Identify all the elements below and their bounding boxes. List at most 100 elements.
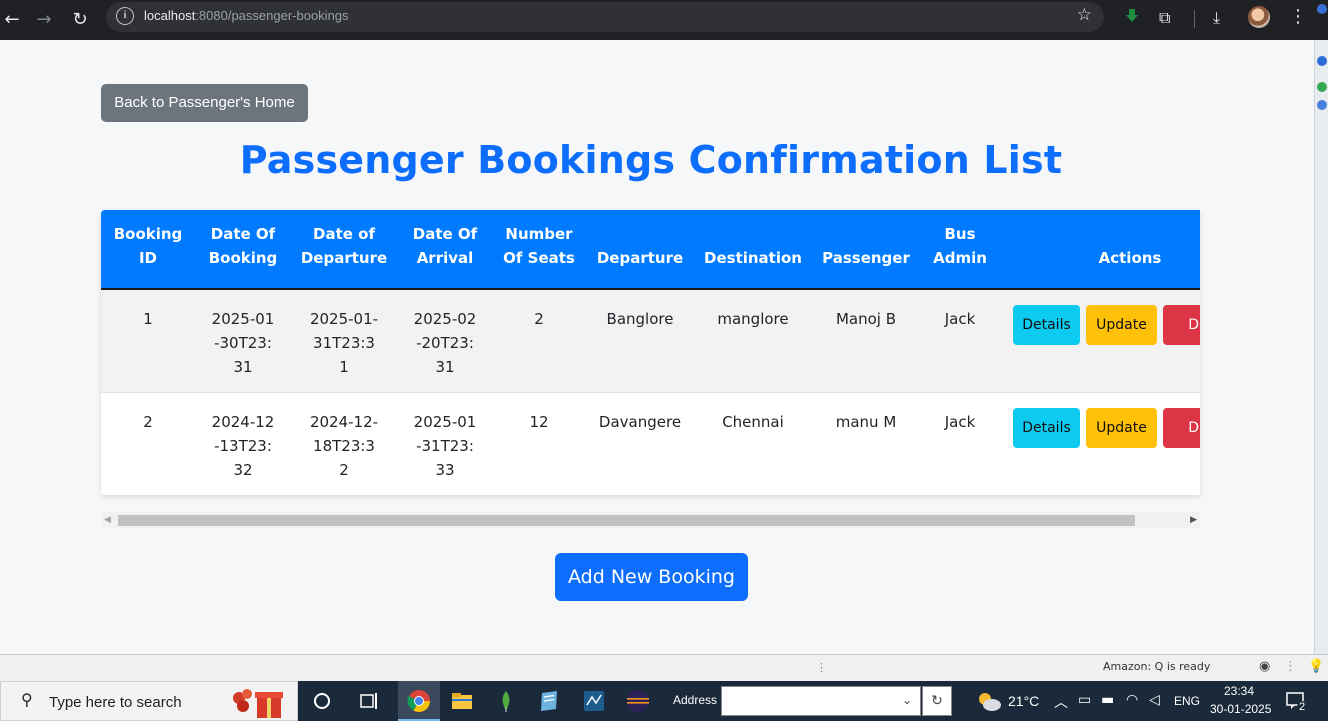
details-button[interactable]: Details <box>1013 407 1080 448</box>
site-info-icon[interactable]: i <box>116 7 134 25</box>
lightbulb-icon[interactable]: 💡 <box>1308 659 1324 674</box>
header-departure: Departure <box>585 210 695 290</box>
eclipse-icon[interactable] <box>626 689 650 713</box>
header-actions: Actions <box>999 210 1200 290</box>
table-row: 1 2025-01-30T23:31 2025-01-31T23:31 2025… <box>101 289 1200 392</box>
bookings-table-container: Booking ID Date Of Booking Date of Depar… <box>101 210 1200 495</box>
back-arrow-icon[interactable]: ← <box>0 8 24 32</box>
bookmark-star-icon[interactable]: ☆ <box>1077 5 1092 25</box>
cell-bus-admin: Jack <box>921 289 999 392</box>
status-grip-icon: ⋮ <box>1284 659 1297 674</box>
cell-actions: DetailsUpdateDe <box>999 289 1200 392</box>
side-app-icon[interactable] <box>1317 100 1327 110</box>
mysql-workbench-icon[interactable] <box>582 689 606 713</box>
cell-booking-id: 2 <box>101 391 195 495</box>
extensions-puzzle-icon[interactable]: ⧉ <box>1159 8 1170 28</box>
search-icon: ⚲ <box>21 690 33 709</box>
details-button[interactable]: Details <box>1013 305 1080 345</box>
cell-booking-id: 1 <box>101 289 195 392</box>
update-button[interactable]: Update <box>1086 407 1157 448</box>
weather-partly-cloudy-icon[interactable] <box>976 690 1002 712</box>
cell-passenger: manu M <box>811 391 921 495</box>
cortana-icon[interactable] <box>310 689 334 713</box>
side-app-icon[interactable] <box>1317 4 1327 14</box>
back-to-home-button[interactable]: Back to Passenger's Home <box>101 84 308 122</box>
address-go-icon[interactable]: ↻ <box>922 686 952 716</box>
task-view-icon[interactable] <box>357 689 381 713</box>
cell-departure: Davangere <box>585 391 695 495</box>
temperature-text: 21°C <box>1008 693 1040 709</box>
cell-passenger: Manoj B <box>811 289 921 392</box>
update-button[interactable]: Update <box>1086 305 1157 345</box>
windows-taskbar: ⚲ Type here to search Address ⌄ ↻ 21°C ︿… <box>0 681 1328 721</box>
header-date-of-booking: Date Of Booking <box>195 210 291 290</box>
toolbar-divider <box>1194 10 1195 28</box>
chevron-up-icon[interactable]: ︿ <box>1054 692 1068 712</box>
url-text[interactable]: localhost:8080/passenger-bookings <box>144 8 349 23</box>
cell-number-of-seats: 2 <box>493 289 585 392</box>
language-indicator[interactable]: ENG <box>1174 694 1200 708</box>
add-new-booking-button[interactable]: Add New Booking <box>555 553 748 601</box>
downloads-icon[interactable]: ⤓ <box>1213 8 1220 28</box>
header-bus-admin: Bus Admin <box>921 210 999 290</box>
cell-number-of-seats: 12 <box>493 391 585 495</box>
address-toolbar-label: Address <box>673 693 718 707</box>
notes-app-icon[interactable] <box>537 689 561 713</box>
header-date-of-departure: Date of Departure <box>291 210 397 290</box>
header-destination: Destination <box>695 210 811 290</box>
cell-date-of-booking: 2024-12-13T23:32 <box>195 391 291 495</box>
meet-now-icon[interactable]: ▭ <box>1078 692 1091 708</box>
horizontal-scrollbar[interactable]: ◀ ▶ <box>101 512 1200 528</box>
status-text: Amazon: Q is ready <box>1103 660 1211 673</box>
cell-actions: DetailsUpdateDe <box>999 391 1200 495</box>
clock-date[interactable]: 30-01-2025 <box>1210 702 1271 716</box>
forward-arrow-icon[interactable]: → <box>32 8 56 32</box>
side-app-icon[interactable] <box>1317 82 1327 92</box>
header-booking-id: Booking ID <box>101 210 195 290</box>
wifi-icon[interactable]: ◠ <box>1126 692 1138 708</box>
mongodb-icon[interactable] <box>494 689 518 713</box>
address-toolbar-input[interactable]: ⌄ <box>721 686 921 716</box>
page-title: Passenger Bookings Confirmation List <box>239 138 1063 182</box>
table-header-row: Booking ID Date Of Booking Date of Depar… <box>101 210 1200 290</box>
url-host: localhost <box>144 8 196 23</box>
delete-button[interactable]: De <box>1163 305 1200 345</box>
battery-icon[interactable]: ▬ <box>1101 692 1114 708</box>
cell-bus-admin: Jack <box>921 391 999 495</box>
eye-icon[interactable]: ◉ <box>1259 659 1270 674</box>
cell-date-of-arrival: 2025-01-31T23:33 <box>397 391 493 495</box>
chrome-icon[interactable] <box>407 689 431 713</box>
cell-date-of-departure: 2025-01-31T23:31 <box>291 289 397 392</box>
header-number-of-seats: Number Of Seats <box>493 210 585 290</box>
search-placeholder: Type here to search <box>49 694 182 711</box>
side-app-icon[interactable] <box>1317 56 1327 66</box>
scroll-right-arrow-icon[interactable]: ▶ <box>1190 515 1197 525</box>
status-grip-icon: ⋮ <box>816 661 827 674</box>
delete-button[interactable]: De <box>1163 407 1200 448</box>
clock-time[interactable]: 23:34 <box>1224 684 1254 698</box>
cell-date-of-arrival: 2025-02-20T23:31 <box>397 289 493 392</box>
browser-toolbar: ← → ↻ i localhost:8080/passenger-booking… <box>0 0 1328 40</box>
cell-destination: manglore <box>695 289 811 392</box>
profile-avatar[interactable] <box>1248 6 1270 28</box>
chevron-down-icon[interactable]: ⌄ <box>902 693 912 707</box>
scroll-left-arrow-icon[interactable]: ◀ <box>104 515 111 525</box>
browser-status-bar: ⋮ Amazon: Q is ready ◉ ⋮ 💡 <box>0 654 1328 681</box>
download-extension-icon[interactable] <box>1124 8 1140 24</box>
side-panel-strip <box>1314 4 1328 654</box>
taskbar-search[interactable]: ⚲ Type here to search <box>0 681 298 721</box>
url-path: :8080/passenger-bookings <box>195 8 349 23</box>
volume-icon[interactable]: ◁ <box>1149 692 1160 708</box>
header-passenger: Passenger <box>811 210 921 290</box>
cell-date-of-booking: 2025-01-30T23:31 <box>195 289 291 392</box>
header-date-of-arrival: Date Of Arrival <box>397 210 493 290</box>
notification-count-badge: 2 <box>1297 701 1308 713</box>
browser-menu-icon[interactable]: ⋮ <box>1289 6 1307 27</box>
scrollbar-thumb[interactable] <box>118 515 1135 526</box>
file-explorer-icon[interactable] <box>450 689 474 713</box>
gift-flowers-icon <box>233 689 283 718</box>
address-bar[interactable]: i localhost:8080/passenger-bookings ☆ <box>106 2 1104 32</box>
cell-destination: Chennai <box>695 391 811 495</box>
reload-icon[interactable]: ↻ <box>68 8 92 32</box>
table-row: 2 2024-12-13T23:32 2024-12-18T23:32 2025… <box>101 391 1200 495</box>
